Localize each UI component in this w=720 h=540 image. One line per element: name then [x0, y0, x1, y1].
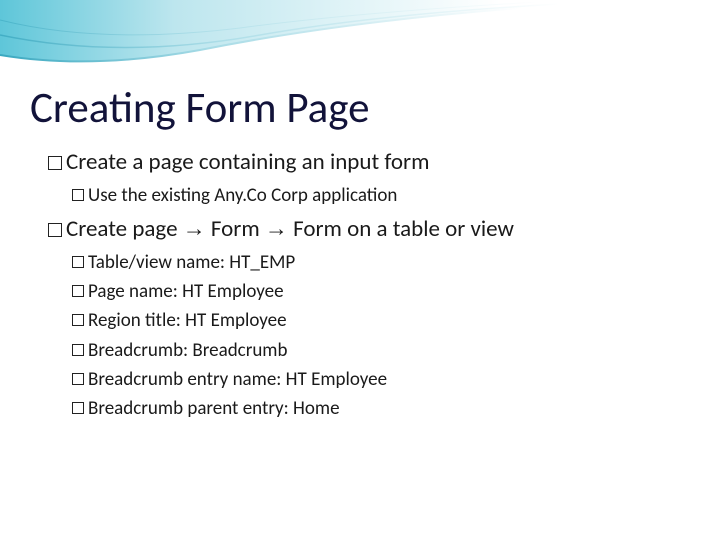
slide-content: Creating Form Page Create a page contain…: [0, 0, 720, 421]
bullet-text: Region title: HT Employee: [88, 309, 287, 332]
bullet-text: Form: [206, 215, 265, 243]
bullet-text: Form on a table or view: [288, 215, 514, 243]
bullet-lvl3: Region title: HT Employee: [30, 308, 690, 333]
bullet-lvl2: Use the existing Any.Co Corp application: [30, 184, 690, 208]
square-bullet-icon: [72, 344, 84, 356]
square-bullet-icon: [72, 189, 84, 201]
arrow-icon: →: [265, 215, 288, 241]
bullet-lvl3: Page name: HT Employee: [30, 279, 690, 304]
square-bullet-icon: [72, 373, 84, 385]
bullet-text: Create page: [66, 215, 183, 243]
bullet-text: Breadcrumb parent entry: Home: [88, 397, 340, 420]
bullet-text: Create a page containing an input form: [66, 148, 429, 176]
square-bullet-icon: [48, 223, 62, 237]
bullet-lvl1: Create a page containing an input form: [30, 148, 690, 177]
square-bullet-icon: [72, 314, 84, 326]
arrow-icon: →: [183, 215, 206, 241]
bullet-text: Page name: HT Employee: [88, 280, 284, 303]
bullet-lvl1: Create page → Form → Form on a table or …: [30, 214, 690, 244]
square-bullet-icon: [72, 256, 84, 268]
square-bullet-icon: [48, 156, 62, 170]
bullet-text: Use the existing Any.Co Corp application: [88, 184, 397, 207]
bullet-lvl3: Table/view name: HT_EMP: [30, 250, 690, 275]
bullet-text: Breadcrumb: Breadcrumb: [88, 339, 287, 362]
bullet-lvl3: Breadcrumb parent entry: Home: [30, 396, 690, 421]
square-bullet-icon: [72, 402, 84, 414]
bullet-text: Breadcrumb entry name: HT Employee: [88, 368, 387, 391]
slide-title: Creating Form Page: [30, 85, 690, 130]
bullet-lvl3: Breadcrumb: Breadcrumb: [30, 338, 690, 363]
bullet-lvl3: Breadcrumb entry name: HT Employee: [30, 367, 690, 392]
square-bullet-icon: [72, 285, 84, 297]
bullet-text: Table/view name: HT_EMP: [88, 251, 295, 274]
